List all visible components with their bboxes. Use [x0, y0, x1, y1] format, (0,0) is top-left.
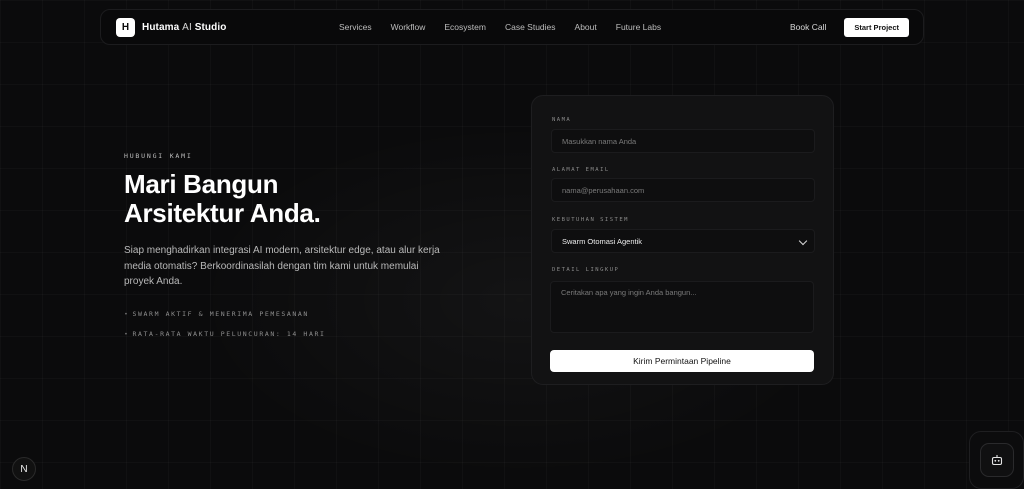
nav-menu: Services Workflow Ecosystem Case Studies… — [339, 22, 661, 32]
name-input[interactable]: Masukkan nama Anda — [551, 129, 815, 153]
robot-icon — [991, 455, 1002, 466]
chatbot-launcher[interactable] — [969, 431, 1024, 489]
submit-pipeline-button[interactable]: Kirim Permintaan Pipeline — [550, 350, 814, 372]
nav-item-services[interactable]: Services — [339, 22, 372, 32]
top-navigation: H Hutama AI Studio Services Workflow Eco… — [100, 9, 924, 45]
nav-item-ecosystem[interactable]: Ecosystem — [444, 22, 486, 32]
status-line-launch-time: • RATA-RATA WAKTU PELUNCURAN: 14 HARI — [124, 330, 326, 338]
bullet-icon: • — [124, 330, 130, 338]
section-eyebrow: HUBUNGI KAMI — [124, 152, 193, 160]
headline-line-2: Arsitektur Anda. — [124, 198, 321, 228]
start-project-button[interactable]: Start Project — [844, 17, 909, 37]
status-line-active: • SWARM AKTIF & MENERIMA PEMESANAN — [124, 310, 309, 318]
nav-item-case-studies[interactable]: Case Studies — [505, 22, 556, 32]
chevron-down-icon — [798, 236, 808, 246]
scope-textarea[interactable]: Ceritakan apa yang ingin Anda bangun... — [550, 281, 814, 333]
framework-badge[interactable]: N — [12, 457, 36, 481]
contact-form-panel: NAMA Masukkan nama Anda ALAMAT EMAIL nam… — [531, 95, 834, 385]
page-title: Mari Bangun Arsitektur Anda. — [124, 170, 484, 228]
system-label: KEBUTUHAN SISTEM — [552, 217, 629, 223]
brand-logo[interactable]: H Hutama AI Studio — [116, 17, 227, 37]
system-select[interactable]: Swarm Otomasi Agentik — [551, 229, 815, 253]
scope-label: DETAIL LINGKUP — [552, 267, 620, 273]
bullet-icon: • — [124, 310, 130, 318]
nav-item-future-labs[interactable]: Future Labs — [616, 22, 661, 32]
chatbot-inner — [979, 443, 1014, 477]
book-call-link[interactable]: Book Call — [790, 22, 826, 32]
nav-item-about[interactable]: About — [575, 22, 597, 32]
nav-actions: Book Call Start Project — [790, 17, 909, 37]
system-select-value: Swarm Otomasi Agentik — [562, 236, 643, 246]
logo-mark: H — [116, 17, 135, 37]
brand-name: Hutama AI Studio — [142, 21, 227, 33]
hero-description: Siap menghadirkan integrasi AI modern, a… — [124, 245, 440, 287]
headline-line-1: Mari Bangun — [124, 169, 279, 199]
name-label: NAMA — [552, 117, 572, 123]
email-input[interactable]: nama@perusahaan.com — [551, 178, 815, 202]
email-label: ALAMAT EMAIL — [552, 167, 610, 173]
nav-item-workflow[interactable]: Workflow — [391, 22, 426, 32]
